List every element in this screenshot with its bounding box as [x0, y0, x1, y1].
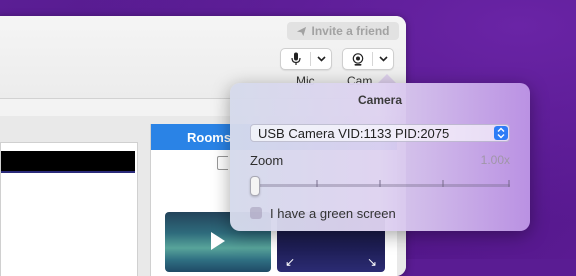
camera-device-value: USB Camera VID:1133 PID:2075 [258, 125, 450, 141]
webcam-icon [352, 52, 364, 66]
camera-control[interactable] [342, 48, 394, 70]
mic-options-button[interactable] [311, 56, 331, 62]
green-screen-checkbox[interactable] [250, 207, 262, 219]
chevron-down-icon [317, 56, 326, 62]
green-screen-label: I have a green screen [270, 206, 396, 221]
slider-tick [442, 180, 444, 187]
slider-tick [508, 180, 510, 187]
zoom-value: 1.00x [480, 153, 510, 167]
zoom-slider-knob[interactable] [250, 176, 260, 196]
invite-friend-label: Invite a friend [311, 24, 390, 38]
popover-pointer [378, 74, 396, 83]
video-canvas [1, 173, 135, 276]
expand-icon: ↙ [285, 255, 296, 269]
expand-icon: ↘ [367, 255, 378, 269]
send-icon [297, 26, 307, 36]
zoom-label: Zoom [250, 153, 284, 168]
slider-tick [379, 180, 381, 187]
select-stepper-icon [494, 126, 508, 140]
camera-device-select[interactable]: USB Camera VID:1133 PID:2075 [250, 124, 510, 142]
camera-toggle-button[interactable] [343, 52, 372, 66]
video-panel [0, 142, 138, 276]
microphone-icon [291, 52, 301, 65]
slider-tick [316, 180, 318, 187]
camera-options-button[interactable] [373, 56, 393, 62]
chevron-down-icon [379, 56, 388, 62]
room-icon [217, 156, 228, 170]
play-icon [211, 232, 225, 250]
mic-toggle-button[interactable] [281, 52, 310, 66]
popover-title: Camera [357, 93, 403, 107]
mic-control[interactable] [280, 48, 332, 70]
zoom-slider-track[interactable] [254, 184, 510, 187]
invite-friend-button[interactable]: Invite a friend [287, 22, 399, 40]
video-feed [1, 151, 135, 173]
camera-popover: Camera USB Camera VID:1133 PID:2075 Zoom… [230, 83, 530, 231]
